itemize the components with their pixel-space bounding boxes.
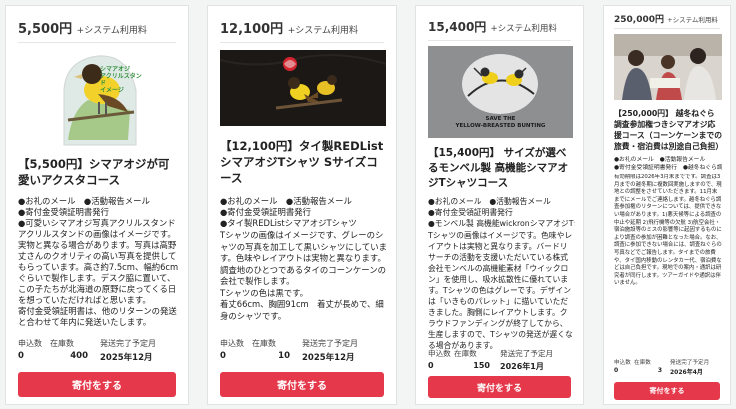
image-caption: シマアオジ: [100, 66, 131, 73]
divider: [18, 42, 176, 43]
shipping-stat: 発送完了予定月 2025年12月: [100, 339, 156, 363]
divider: [220, 42, 384, 43]
reward-item: ●寄付金受領証明書発行: [220, 207, 312, 217]
stock-stat: 在庫数 400: [50, 339, 88, 361]
reward-item: ●お礼のメール ●活動報告メール: [220, 196, 352, 206]
price-label: 5,500円 +システム利用料: [18, 22, 147, 37]
reward-item: ●お礼のメール ●活動報告メール: [614, 157, 706, 163]
stock-stat: 在庫数 150: [454, 349, 490, 370]
shipping-stat: 発送完了予定月 2025年12月: [302, 339, 358, 363]
supporters-stat: 申込数 0: [220, 339, 244, 361]
reward-item: ●寄付金受領証明書発行: [18, 207, 110, 217]
tshirt-gray-image: SAVE THE YELLOW-BREASTED BUNTING: [428, 46, 573, 138]
tshirt-photo-icon: [220, 50, 386, 126]
supporters-stat: 申込数 0: [614, 360, 631, 374]
reward-item: ●寄付金受領証明書発行: [428, 208, 513, 217]
image-caption: SAVE THE: [485, 116, 516, 122]
supporters-stat: 申込数 0: [428, 349, 451, 370]
reward-card-12100[interactable]: 12,100円 +システム利用料 【12,100円】タイ製REDListシマアオ…: [207, 5, 397, 405]
donate-button[interactable]: 寄付をする: [18, 372, 176, 397]
price-label: 15,400円 +システム利用料: [428, 20, 557, 34]
image-caption: YELLOW-BREASTED BUNTING: [455, 123, 546, 129]
stock-stat: 在庫数 3: [634, 360, 662, 374]
reward-description: Tシャツの画像はイメージです。色味やレイアウトは実物と異なります。バードリサーチ…: [428, 231, 573, 350]
price-label: 250,000円 +システム利用料: [614, 15, 718, 25]
reward-description: 有効期限は2026年3月末までです。調査は3月までの越冬期に複数回実施しますので…: [614, 174, 722, 287]
shipping-stat: 発送完了予定月 2026年1月: [500, 349, 554, 371]
reward-title[interactable]: 【250,000円】 越冬ねぐら調査参加権つきシマアオジ応援コース（コーンケーン…: [614, 108, 723, 152]
acrylic-stand-image: シマアオジ アクリルスタンド イメージ: [58, 50, 142, 150]
reward-item: ●お礼のメール ●活動報告メール: [428, 197, 551, 206]
reward-card-15400[interactable]: 15,400円 +システム利用料 SAVE THE YELLOW-BREASTE…: [415, 5, 584, 405]
donate-button[interactable]: 寄付をする: [614, 382, 720, 400]
bunting-photo-icon: [63, 55, 137, 146]
reward-description: ●可愛いシマアオジ写真アクリルスタンド アクリルスタンドの画像はイメージです。実…: [18, 218, 179, 327]
reward-card-250000[interactable]: 250,000円 +システム利用料 【250,000円】 越冬ねぐら調査参加権つ…: [603, 5, 731, 405]
reward-title[interactable]: 【15,400円】 サイズが選べるモンベル製 高機能シマアオジTシャツコース: [428, 146, 575, 191]
reward-description: Tシャツの画像はイメージです、グレーのシャツの写真を加工して黒いシャツにしていま…: [220, 230, 387, 321]
people-photo-icon: [614, 34, 722, 100]
tshirt-black-image: [220, 50, 386, 126]
divider: [428, 40, 571, 41]
donate-button[interactable]: 寄付をする: [428, 376, 571, 398]
reward-item: ●寄付金受領証明書発行 ●越冬ねぐら調査への参加: [614, 165, 722, 171]
reward-title[interactable]: 【12,100円】タイ製REDListシマアオジTシャツ Sサイズコース: [220, 138, 388, 186]
reward-item: ●モンベル製 高機能wickronシマアオジTシャツ: [428, 219, 575, 228]
survey-photo-image: [614, 34, 722, 100]
reward-title[interactable]: 【5,500円】シマアオジが可愛いアクスタコース: [18, 156, 180, 188]
shipping-stat: 発送完了予定月 2026年4月: [670, 360, 710, 376]
price-label: 12,100円 +システム利用料: [220, 22, 358, 37]
image-caption: アクリルスタンド: [100, 73, 142, 87]
stock-stat: 在庫数 10: [252, 339, 290, 361]
reward-item: ●お礼のメール ●活動報告メール: [18, 196, 150, 206]
reward-item: ●タイ製REDListシマアオジTシャツ: [220, 218, 357, 228]
supporters-stat: 申込数 0: [18, 339, 42, 361]
donate-button[interactable]: 寄付をする: [220, 372, 384, 397]
divider: [614, 28, 720, 29]
image-caption: イメージ: [100, 87, 124, 94]
reward-card-5500[interactable]: 5,500円 +システム利用料 シマアオジ アクリルスタンド イメージ 【5,5…: [5, 5, 189, 405]
